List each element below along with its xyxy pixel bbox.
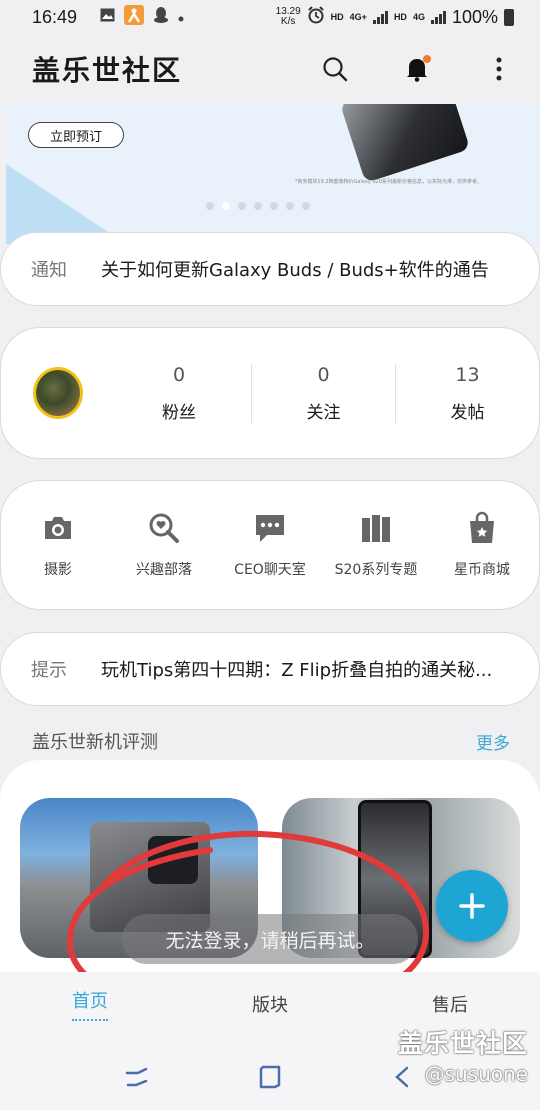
signal-icon-2 — [430, 10, 446, 24]
watermark-title: 盖乐世社区 — [397, 1029, 528, 1058]
more-link[interactable]: 更多 — [476, 729, 510, 754]
tip-tag: 提示 — [31, 660, 67, 681]
tab-sections[interactable]: 版块 — [180, 972, 360, 1044]
pagination-dot[interactable] — [302, 202, 310, 210]
feature-label: CEO聊天室 — [234, 562, 306, 578]
notification-dot — [423, 55, 431, 63]
watermark-user: @susuone — [424, 1062, 528, 1086]
pagination-dot[interactable] — [254, 202, 262, 210]
notice-text[interactable]: 关于如何更新Galaxy Buds / Buds+软件的通告 — [101, 256, 501, 282]
avatar[interactable] — [33, 367, 83, 419]
stat-value: 0 — [172, 363, 186, 386]
battery-percent: 100% — [451, 6, 498, 27]
more-vert-icon[interactable] — [484, 54, 514, 84]
net-speed: 13.29 K/s — [276, 7, 301, 27]
stat-label: 关注 — [306, 402, 341, 423]
status-bar: 16:49 13.29 K/s HD 4G+ HD 4G 100% — [0, 0, 540, 34]
feature-shortcuts-card: 摄影 兴趣部落 CEO聊天室 S20系列专题 星币商城 — [0, 480, 540, 610]
feature-label: 摄影 — [44, 562, 72, 578]
stat-value: 0 — [317, 363, 330, 386]
chat-icon — [253, 511, 287, 545]
stat-following[interactable]: 0 关注 — [251, 363, 395, 423]
tab-home[interactable]: 首页 — [0, 972, 180, 1044]
pagination-dot[interactable] — [206, 202, 214, 210]
banner-pagination — [206, 202, 310, 210]
feature-ceo-chatroom[interactable]: CEO聊天室 — [217, 511, 323, 579]
stat-followers[interactable]: 0 粉丝 — [107, 364, 251, 423]
recent-apps-icon[interactable] — [122, 1062, 152, 1092]
books-icon — [359, 511, 393, 545]
reviews-section-header: 盖乐世新机评测 更多 — [32, 728, 510, 754]
alarm-icon — [307, 5, 325, 29]
tab-label: 首页 — [72, 991, 108, 1012]
feature-label: S20系列专题 — [334, 562, 418, 578]
promo-banner[interactable]: 立即预订 *商务模块19.2档套装特价Galaxy S20系列最新价格信息，以实… — [6, 104, 540, 244]
feature-photography[interactable]: 摄影 — [5, 511, 111, 579]
stat-value: 13 — [455, 363, 480, 386]
stat-label: 发帖 — [450, 402, 485, 423]
feature-interest-tribe[interactable]: 兴趣部落 — [111, 511, 217, 579]
pagination-dot[interactable] — [238, 202, 246, 210]
lte-label-1: 4G+ — [349, 12, 367, 22]
preorder-button[interactable]: 立即预订 — [28, 122, 124, 148]
notice-card[interactable]: 通知 关于如何更新Galaxy Buds / Buds+软件的通告 — [0, 232, 540, 306]
status-time: 16:49 — [32, 6, 78, 27]
tip-text[interactable]: 玩机Tips第四十四期：Z Flip折叠自拍的通关秘... — [101, 656, 509, 682]
app-notification-icon — [124, 4, 145, 30]
hd-label-1: HD — [330, 12, 344, 22]
search-icon[interactable] — [320, 54, 350, 84]
feature-s20-series[interactable]: S20系列专题 — [323, 511, 429, 579]
lte-label-2: 4G — [412, 12, 425, 22]
pagination-dot[interactable] — [270, 202, 278, 210]
stat-label: 粉丝 — [162, 402, 196, 423]
app-header: 盖乐世社区 — [0, 36, 540, 102]
tip-card[interactable]: 提示 玩机Tips第四十四期：Z Flip折叠自拍的通关秘... — [0, 632, 540, 706]
watermark: 盖乐世社区 @susuone — [398, 1024, 528, 1086]
signal-icon-1 — [372, 10, 388, 24]
plus-icon — [459, 893, 485, 919]
banner-phone-image — [339, 104, 471, 183]
more-notifications-dot-icon — [178, 7, 184, 27]
interest-icon — [147, 511, 181, 545]
tab-label: 售后 — [432, 995, 468, 1016]
section-title: 盖乐世新机评测 — [32, 732, 158, 753]
shopping-bag-icon — [465, 511, 499, 545]
camera-icon — [41, 511, 75, 545]
hd-label-2: HD — [393, 12, 407, 22]
pagination-dot[interactable] — [286, 202, 294, 210]
app-title: 盖乐世社区 — [32, 54, 183, 87]
notice-tag: 通知 — [31, 260, 67, 281]
qq-icon — [153, 6, 169, 29]
feature-label: 兴趣部落 — [136, 562, 192, 578]
profile-stats-card: 0 粉丝 0 关注 13 发帖 — [0, 327, 540, 459]
banner-footnote: *商务模块19.2档套装特价Galaxy S20系列最新价格信息，以实际为准，仅… — [294, 179, 482, 185]
home-icon[interactable] — [255, 1062, 285, 1092]
tab-indicator — [72, 1019, 108, 1021]
battery-icon — [504, 8, 514, 26]
feature-star-coin-mall[interactable]: 星币商城 — [429, 511, 535, 579]
tab-label: 版块 — [252, 995, 288, 1016]
gallery-icon — [100, 7, 115, 27]
stat-posts[interactable]: 13 发帖 — [395, 363, 539, 423]
feature-label: 星币商城 — [454, 562, 510, 578]
add-post-button[interactable] — [436, 870, 508, 942]
net-speed-unit: K/s — [280, 16, 296, 27]
pagination-dot-active[interactable] — [222, 202, 230, 210]
bell-icon[interactable] — [402, 54, 432, 84]
